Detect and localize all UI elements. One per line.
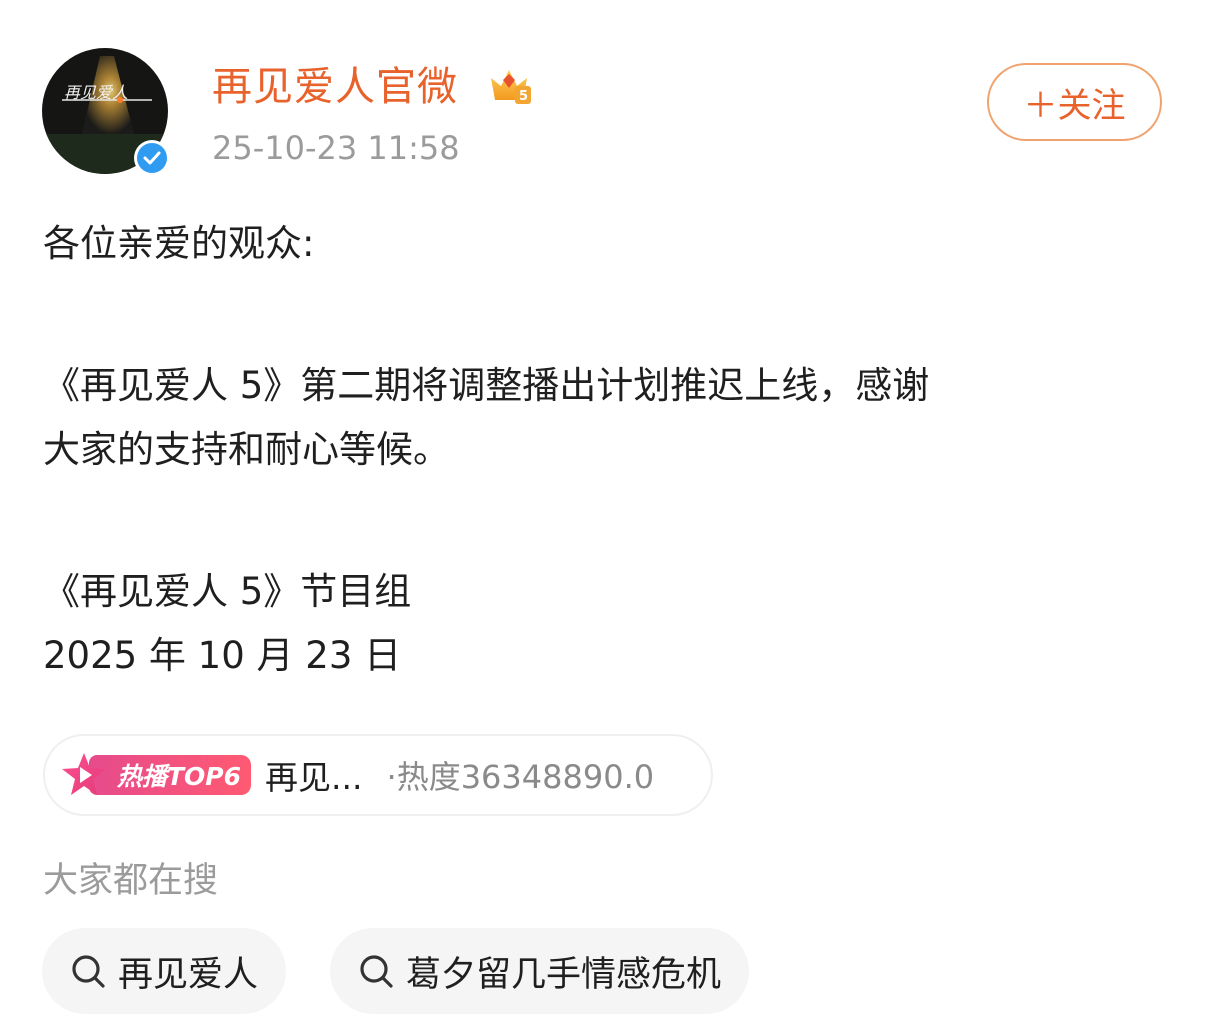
- hot-star-icon: [62, 753, 106, 795]
- verified-check-icon: [137, 143, 167, 173]
- post-line: 大家的支持和耐心等候。: [43, 428, 450, 471]
- verified-badge: [134, 140, 170, 176]
- hot-badge: 热播TOP6: [59, 751, 252, 799]
- post-timestamp: 25-10-23 11:58: [212, 129, 460, 167]
- author-name[interactable]: 再见爱人官微: [212, 62, 458, 112]
- search-icon: [360, 955, 393, 988]
- search-chip[interactable]: 葛夕留几手情感危机: [330, 928, 750, 1014]
- vip-crown-icon[interactable]: 5: [487, 64, 533, 108]
- post-date: 2025 年 10 月 23 日: [43, 634, 402, 677]
- hot-topic-title: 再见...: [265, 758, 363, 797]
- post-greeting: 各位亲爱的观众:: [43, 222, 315, 265]
- svg-text:5: 5: [519, 89, 528, 104]
- hot-topic-card[interactable]: 热播TOP6 再见... ·热度36348890.0: [43, 734, 713, 816]
- search-chip-label: 再见爱人: [118, 954, 259, 995]
- search-chip-label: 葛夕留几手情感危机: [406, 954, 722, 995]
- hot-badge-label: 热播TOP6: [89, 755, 252, 795]
- search-icon: [72, 955, 105, 988]
- svg-text:再见爱人: 再见爱人: [64, 83, 128, 102]
- avatar[interactable]: 再见爱人: [42, 48, 170, 176]
- post-content: 各位亲爱的观众: 《再见爱人 5》第二期将调整播出计划推迟上线，感谢 大家的支持…: [43, 212, 1153, 688]
- hot-topic-heat: ·热度36348890.0: [386, 758, 655, 796]
- follow-button[interactable]: ＋关注: [987, 63, 1162, 141]
- related-search-heading: 大家都在搜: [43, 861, 219, 901]
- post-line: 《再见爱人 5》第二期将调整播出计划推迟上线，感谢: [43, 364, 930, 407]
- post-signature: 《再见爱人 5》节目组: [43, 570, 412, 613]
- search-chip[interactable]: 再见爱人: [42, 928, 287, 1014]
